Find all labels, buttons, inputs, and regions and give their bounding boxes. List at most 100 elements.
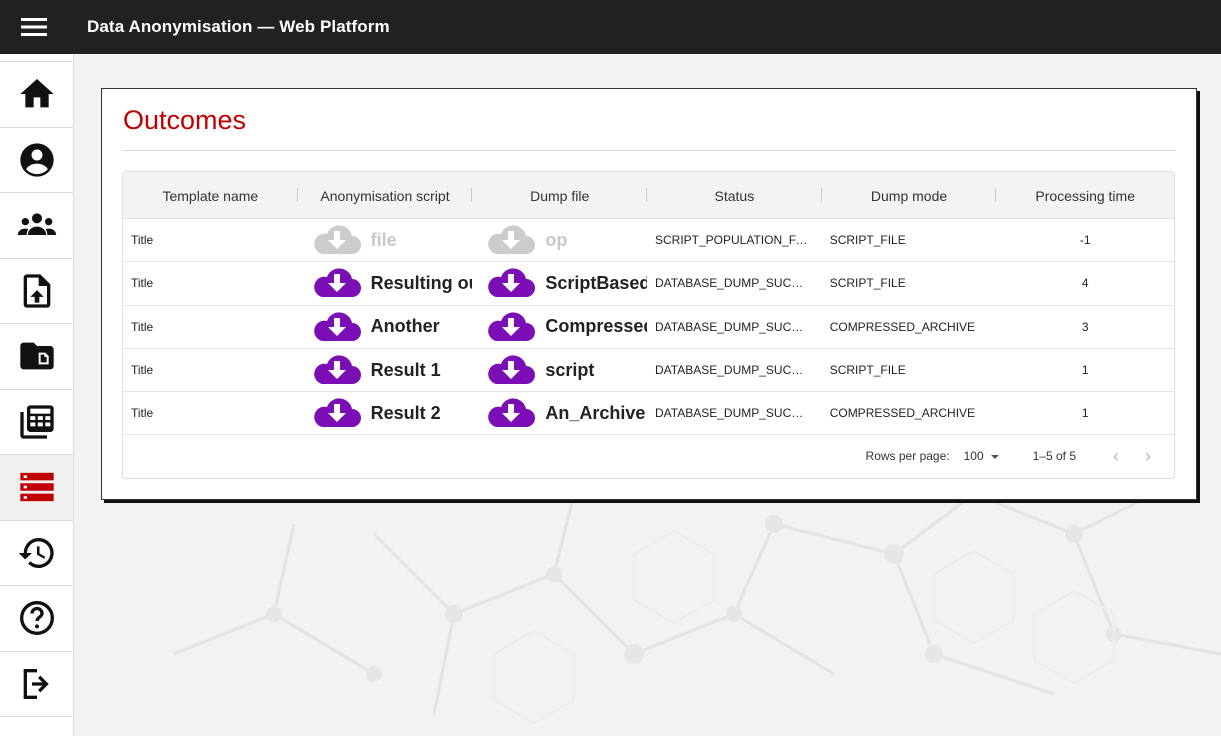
template-name-cell: Title xyxy=(131,319,154,334)
history-icon xyxy=(18,537,54,568)
sidebar-item-account[interactable] xyxy=(0,128,73,193)
sidebar-item-history[interactable] xyxy=(0,521,73,586)
table-row: Title Result 2 An_Archive DATABASE_DUMP_SUC… xyxy=(123,392,1174,436)
status-cell: SCRIPT_POPULATION_FAIL... xyxy=(655,233,822,248)
download-script-button[interactable]: Resulting ou xyxy=(298,265,473,301)
script-name: Another xyxy=(370,316,440,337)
menu-button[interactable] xyxy=(0,0,68,54)
table-header: Template name Anonymisation script Dump … xyxy=(123,172,1174,219)
template-name-cell: Title xyxy=(131,233,154,248)
column-header-status[interactable]: Status xyxy=(647,172,822,219)
dump-file-name: An_Archive xyxy=(545,402,646,423)
sidebar-item-upload[interactable] xyxy=(0,259,73,324)
column-header-dump-file[interactable]: Dump file xyxy=(472,172,648,219)
table-row: Title Result 1 script DATABASE_DUMP_SUCCESS… xyxy=(123,349,1174,393)
rows-per-page-select[interactable]: 100 xyxy=(964,449,999,463)
dump-mode-cell: SCRIPT_FILE xyxy=(829,233,906,248)
home-icon xyxy=(19,79,54,108)
dump-file-name: Compressed xyxy=(545,316,647,337)
pagination-range: 1–5 of 5 xyxy=(1032,449,1076,464)
column-header-processing-time[interactable]: Processing time xyxy=(996,172,1174,219)
cloud-download-icon xyxy=(488,225,536,255)
cloud-download-icon xyxy=(488,355,536,385)
download-dump-button[interactable]: An_Archive xyxy=(472,395,647,431)
rows-per-page-label: Rows per page: xyxy=(865,449,950,464)
download-dump-button[interactable]: script xyxy=(472,352,647,388)
template-name-cell: Title xyxy=(131,276,154,291)
dump-mode-cell: SCRIPT_FILE xyxy=(829,276,906,291)
cloud-download-icon xyxy=(313,398,361,428)
account-circle-icon xyxy=(19,143,54,177)
processing-time-cell: 4 xyxy=(1081,276,1089,291)
status-cell: DATABASE_DUMP_SUCCESS xyxy=(655,363,822,378)
template-name-cell: Title xyxy=(131,406,154,421)
hamburger-menu-icon xyxy=(21,18,47,36)
storage-icon xyxy=(19,473,54,502)
download-script-button: file xyxy=(298,222,473,258)
previous-page-button[interactable]: ‹ xyxy=(1100,440,1132,472)
status-cell: DATABASE_DUMP_SUCCESS xyxy=(655,406,822,421)
chevron-right-icon: › xyxy=(1145,445,1151,466)
sidebar-item-help[interactable] xyxy=(0,586,73,652)
download-dump-button: op xyxy=(472,222,647,258)
dump-mode-cell: COMPRESSED_ARCHIVE xyxy=(829,406,976,421)
dump-file-name: ScriptBased xyxy=(545,272,647,293)
file-upload-icon xyxy=(23,274,50,308)
divider xyxy=(122,150,1175,151)
script-name: Resulting ou xyxy=(370,272,473,293)
status-cell: DATABASE_DUMP_SUCCESS xyxy=(655,276,822,291)
download-dump-button[interactable]: ScriptBased xyxy=(472,265,647,301)
cloud-download-icon xyxy=(313,355,361,385)
sidebar-item-files[interactable] xyxy=(0,324,73,390)
app-title: Data Anonymisation — Web Platform xyxy=(87,17,390,36)
processing-time-cell: 3 xyxy=(1081,319,1089,334)
dump-mode-cell: SCRIPT_FILE xyxy=(829,363,906,378)
calculator-stack-icon xyxy=(19,405,54,439)
dropdown-arrow-icon xyxy=(990,455,999,460)
column-header-anonymisation-script[interactable]: Anonymisation script xyxy=(298,172,473,219)
script-name: file xyxy=(370,229,397,250)
column-header-template-name[interactable]: Template name xyxy=(123,172,298,219)
download-script-button[interactable]: Result 2 xyxy=(298,395,473,431)
outcomes-card: Outcomes Template name Anonymisation scr… xyxy=(101,88,1197,500)
dump-file-name: script xyxy=(545,359,595,380)
outcomes-table: Template name Anonymisation script Dump … xyxy=(122,171,1175,479)
chevron-left-icon: ‹ xyxy=(1113,445,1119,466)
dump-mode-cell: COMPRESSED_ARCHIVE xyxy=(829,319,976,334)
page-title: Outcomes xyxy=(123,105,247,135)
cloud-download-icon xyxy=(488,398,536,428)
cloud-download-icon xyxy=(313,268,361,298)
sidebar-item-groups[interactable] xyxy=(0,193,73,259)
dump-file-name: op xyxy=(545,229,568,250)
cloud-download-icon xyxy=(488,268,536,298)
script-name: Result 2 xyxy=(370,402,441,423)
status-cell: DATABASE_DUMP_SUCCESS xyxy=(655,319,822,334)
folder-file-icon xyxy=(19,342,54,370)
table-row: Title file op SCRIPT_POPULATION_FAIL... SCRI… xyxy=(123,219,1174,263)
script-name: Result 1 xyxy=(370,359,441,380)
groups-icon xyxy=(17,213,56,236)
cloud-download-icon xyxy=(488,312,536,341)
sidebar-item-home[interactable] xyxy=(0,62,73,128)
pagination: Rows per page: 100 1–5 of 5 ‹ › xyxy=(123,435,1174,477)
sidebar-item-outcomes[interactable] xyxy=(0,455,73,521)
download-script-button[interactable]: Another xyxy=(298,309,473,345)
download-dump-button[interactable]: Compressed xyxy=(472,309,647,345)
table-row: Title Another Compressed DATABASE_DUMP_SUCC… xyxy=(123,306,1174,349)
next-page-button[interactable]: › xyxy=(1132,440,1164,472)
sidebar-item-logout[interactable] xyxy=(0,652,73,717)
table-row: Title Resulting ou ScriptBased DATABASE_DUM… xyxy=(123,262,1174,306)
logout-icon xyxy=(23,668,49,699)
rows-per-page-value: 100 xyxy=(963,449,984,464)
top-app-bar: Data Anonymisation — Web Platform xyxy=(0,0,1221,54)
sidebar-item-templates[interactable] xyxy=(0,390,73,455)
processing-time-cell: 1 xyxy=(1081,363,1089,378)
download-script-button[interactable]: Result 1 xyxy=(298,352,473,388)
column-header-dump-mode[interactable]: Dump mode xyxy=(822,172,997,219)
sidebar xyxy=(0,54,74,736)
cloud-download-icon xyxy=(313,225,361,255)
processing-time-cell: -1 xyxy=(1079,233,1091,248)
cloud-download-icon xyxy=(313,312,361,341)
processing-time-cell: 1 xyxy=(1081,406,1089,421)
template-name-cell: Title xyxy=(131,363,154,378)
